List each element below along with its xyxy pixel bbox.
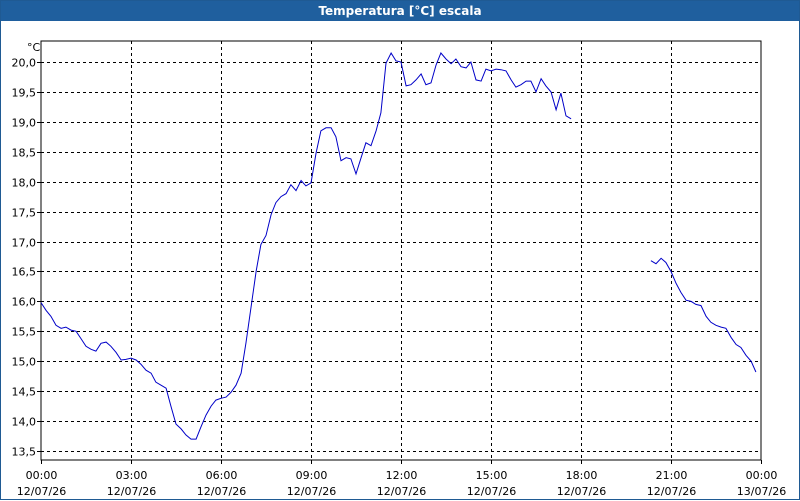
x-tick-time-label: 06:00 xyxy=(206,469,238,482)
y-tick-label: 18,5 xyxy=(12,147,37,160)
x-tick-time-label: 00:00 xyxy=(746,469,778,482)
y-axis: 13,5 14,0 14,5 15,0 15,5 16,0 16,5 17,0 17,5 18,0… xyxy=(12,57,41,459)
y-tick-label: 18,0 xyxy=(12,177,37,190)
y-tick-label: 17,5 xyxy=(12,207,37,220)
y-axis-label: °C xyxy=(27,41,41,54)
y-tick-label: 14,5 xyxy=(12,386,37,399)
y-tick-label: 14,0 xyxy=(12,416,37,429)
chart-window: Temperatura [°C] escala 13,5 14,0 14,5 15,0… xyxy=(0,0,800,500)
x-tick-date-label: 12/07/26 xyxy=(377,485,426,498)
y-tick-label: 13,5 xyxy=(12,446,37,459)
y-tick-label: 15,5 xyxy=(12,326,37,339)
x-tick-date-label: 12/07/26 xyxy=(17,485,66,498)
x-tick-time-label: 18:00 xyxy=(566,469,598,482)
y-tick-label: 19,0 xyxy=(12,117,37,130)
x-tick-time-label: 00:00 xyxy=(26,469,58,482)
y-tick-label: 20,0 xyxy=(12,57,37,70)
x-tick-time-label: 09:00 xyxy=(296,469,328,482)
x-tick-time-label: 03:00 xyxy=(116,469,148,482)
y-tick-label: 17,0 xyxy=(12,237,37,250)
x-tick-date-label: 13/07/26 xyxy=(737,485,786,498)
x-tick-date-label: 12/07/26 xyxy=(287,485,336,498)
x-tick-date-label: 12/07/26 xyxy=(197,485,246,498)
x-tick-date-label: 12/07/26 xyxy=(557,485,606,498)
grid-lines xyxy=(41,41,761,460)
series-group xyxy=(40,51,757,440)
y-tick-label: 16,5 xyxy=(12,266,37,279)
x-axis: 00:00 12/07/26 03:00 12/07/26 06:00 12/07/26 0… xyxy=(17,460,786,498)
y-tick-label: 15,0 xyxy=(12,356,37,369)
x-tick-time-label: 12:00 xyxy=(386,469,418,482)
x-tick-date-label: 12/07/26 xyxy=(107,485,156,498)
temperature-series-line xyxy=(650,257,757,373)
x-tick-time-label: 21:00 xyxy=(656,469,688,482)
x-tick-time-label: 15:00 xyxy=(476,469,508,482)
x-tick-date-label: 12/07/26 xyxy=(647,485,696,498)
y-tick-label: 16,0 xyxy=(12,296,37,309)
y-tick-label: 19,5 xyxy=(12,87,37,100)
temperature-chart: 13,5 14,0 14,5 15,0 15,5 16,0 16,5 17,0 17,5 18,0… xyxy=(12,40,786,498)
x-tick-date-label: 12/07/26 xyxy=(467,485,516,498)
